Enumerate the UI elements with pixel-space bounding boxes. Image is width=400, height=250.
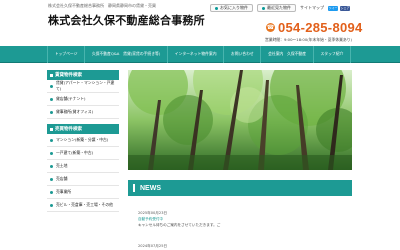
news-text: キャンセル待ちのご案内をさせていただきます。ご	[138, 223, 221, 227]
sidebar-item-label: 売事業所	[56, 189, 72, 194]
phone-block[interactable]: ☎ 054-285-8094	[266, 20, 363, 35]
sidebar-item-label: 貸事務所(貸オフィス)	[56, 109, 94, 114]
sidebar-item-label: 賃貸(アパート・マンション・戸建て)	[56, 80, 115, 91]
sidebar-item-sale-land[interactable]: 売土地	[47, 160, 119, 173]
bullet-icon	[50, 164, 53, 168]
news-date: 2025年00月23日	[138, 211, 168, 215]
bullet-icon	[50, 190, 53, 194]
bullet-icon	[50, 177, 53, 181]
sidebar-item-sale-building[interactable]: 売ビル・売倉庫・売工場・その他	[47, 199, 119, 212]
sidebar-item-rent-residential[interactable]: 賃貸(アパート・マンション・戸建て)	[47, 80, 119, 93]
business-hours: 営業時間：9:00～18:00(年末年始・夏季休業あり)	[265, 37, 352, 42]
sidebar-item-sale-house[interactable]: 一戸建て(新築・中古)	[47, 147, 119, 160]
sale-heading-label: 売買物件検索	[55, 127, 82, 132]
favorites-label: お気に入り物件	[220, 5, 248, 10]
sidebar-item-label: 貸店舗(テナント)	[56, 96, 86, 101]
sidebar-item-sale-office[interactable]: 売事業所	[47, 186, 119, 199]
nav-staff[interactable]: スタッフ紹介	[312, 46, 352, 63]
sitemap-link[interactable]: サイトマップ	[300, 5, 324, 11]
tweet-button[interactable]: ツイート	[328, 5, 338, 15]
sidebar-item-sale-mansion[interactable]: マンション(新築・分譲・中古)	[47, 134, 119, 147]
phone-icon: ☎	[266, 23, 275, 32]
social-buttons: ツイート シェア	[328, 5, 350, 15]
news-heading: NEWS	[128, 180, 352, 196]
sidebar-item-label: 一戸建て(新築・中古)	[56, 150, 94, 155]
sidebar-item-rent-store[interactable]: 貸店舗(テナント)	[47, 93, 119, 106]
share-button[interactable]: シェア	[340, 5, 350, 11]
sidebar: 賃貸物件検索 賃貸(アパート・マンション・戸建て) 貸店舗(テナント) 貸事務所…	[47, 70, 119, 212]
bullet-icon	[50, 84, 53, 88]
bullet-icon	[50, 138, 53, 142]
square-icon	[50, 127, 53, 131]
sidebar-item-label: 売ビル・売倉庫・売工場・その他	[56, 202, 113, 207]
phone-number: 054-285-8094	[278, 20, 363, 35]
header-links: お気に入り物件 最近見た物件 サイトマップ ツイート シェア	[210, 4, 350, 15]
global-nav: トップページ 久保不動産Q&A 賃貸(家賃の手続き等) インターネット物件案内 …	[0, 46, 400, 63]
news-date: 2024年07月25日	[138, 244, 168, 248]
favorites-link[interactable]: お気に入り物件	[210, 4, 253, 12]
bullet-icon	[50, 203, 53, 207]
bullet-icon	[50, 151, 53, 155]
sidebar-item-label: マンション(新築・分譲・中古)	[56, 137, 109, 142]
hero-image	[128, 70, 352, 170]
recent-link[interactable]: 最近見た物件	[257, 4, 296, 12]
rent-search-heading: 賃貸物件検索	[47, 70, 119, 80]
site-logo[interactable]: 株式会社久保不動産総合事務所	[48, 12, 205, 28]
nav-top[interactable]: トップページ	[47, 46, 84, 63]
sidebar-item-rent-office[interactable]: 貸事務所(貸オフィス)	[47, 106, 119, 119]
sidebar-item-label: 売土地	[56, 163, 68, 168]
clock-icon	[262, 6, 265, 10]
sidebar-item-sale-store[interactable]: 売店舗	[47, 173, 119, 186]
nav-internet[interactable]: インターネット物件案内	[167, 46, 223, 63]
nav-faq[interactable]: 久保不動産Q&A 賃貸(家賃の手続き等)	[84, 46, 167, 63]
recent-label: 最近見た物件	[267, 5, 291, 10]
sidebar-item-label: 売店舗	[56, 176, 68, 181]
news-title[interactable]: 自動予約受付中	[138, 217, 163, 222]
bullet-icon	[50, 110, 53, 114]
bullet-icon	[50, 97, 53, 101]
nav-contact[interactable]: お問い合わせ	[223, 46, 260, 63]
rent-heading-label: 賃貸物件検索	[55, 73, 82, 78]
square-icon	[50, 73, 53, 77]
tagline: 株式会社久保不動産総合事務所 静岡県静岡市の賃貸・売買	[48, 3, 156, 8]
nav-company[interactable]: 会社案内 久保不動産	[260, 46, 312, 63]
sale-search-heading: 売買物件検索	[47, 124, 119, 134]
star-icon	[215, 6, 218, 10]
